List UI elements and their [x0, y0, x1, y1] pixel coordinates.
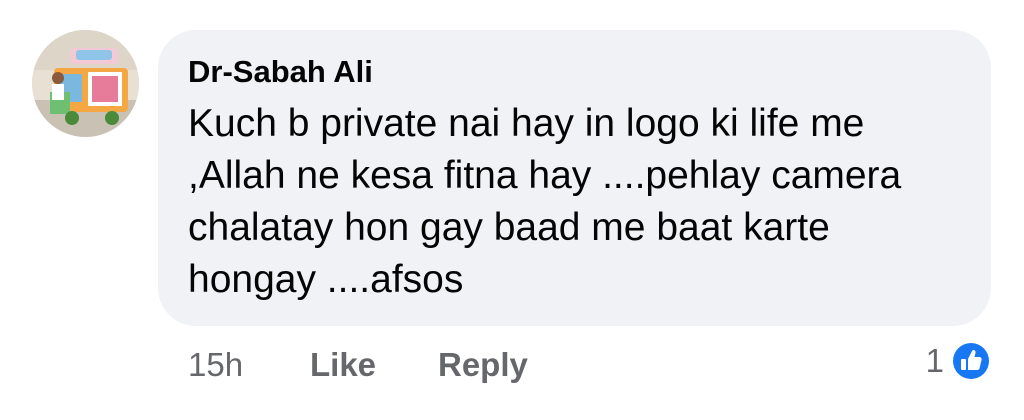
comment-timestamp[interactable]: 15h: [188, 346, 310, 384]
comment-text: Kuch b private nai hay in logo ki life m…: [188, 102, 902, 301]
reply-button[interactable]: Reply: [438, 346, 528, 384]
reaction-count: 1: [925, 342, 944, 379]
avatar-image: [32, 30, 139, 137]
comment-bubble: Dr-Sabah Ali Kuch b private nai hay in l…: [158, 30, 991, 326]
like-button[interactable]: Like: [310, 346, 438, 384]
reaction-summary[interactable]: 1: [926, 338, 992, 384]
avatar[interactable]: [32, 30, 139, 137]
like-reaction-icon: [951, 341, 991, 381]
comment-thread: Dr-Sabah Ali Kuch b private nai hay in l…: [0, 0, 1024, 420]
comment-author[interactable]: Dr-Sabah Ali: [188, 52, 961, 92]
comment-actions: 15h Like Reply: [188, 343, 528, 387]
